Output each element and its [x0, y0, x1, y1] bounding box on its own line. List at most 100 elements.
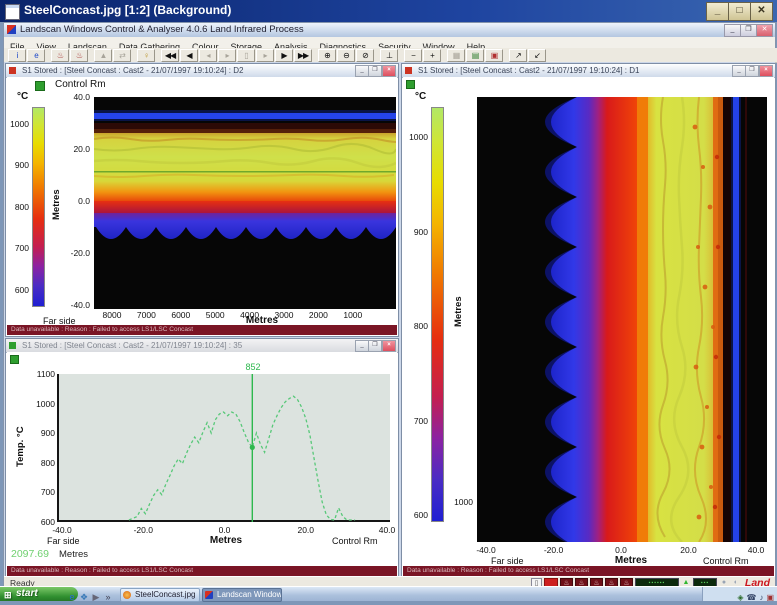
record-stamp-button[interactable]: ♨ [51, 49, 69, 62]
quicklaunch-chevron-icon[interactable]: » [102, 590, 114, 604]
app-close-button[interactable]: ✕ [756, 24, 773, 37]
window-close-button[interactable]: × [382, 65, 396, 77]
colorbar-tick: 600 [403, 510, 428, 520]
pause-button[interactable]: ▯ [237, 49, 255, 62]
colorbar [32, 107, 45, 307]
tray-icon-1[interactable]: ◈ [737, 591, 743, 605]
grid-button[interactable]: ▦ [447, 49, 465, 62]
x-axis-label: Metres [210, 535, 242, 546]
separator[interactable] [375, 49, 379, 60]
x-tick: -20.0 [134, 525, 153, 535]
setup-button[interactable]: ▲ [94, 49, 112, 62]
window-title: S1 Stored : [Steel Concast : Cast2 - 21/… [22, 64, 243, 77]
y-tick: 0.0 [64, 196, 90, 206]
colorbar-tick: 800 [403, 321, 428, 331]
y-tick: 1000 [447, 497, 473, 507]
app-restore-button[interactable]: ❐ [740, 24, 757, 37]
y-axis-label: Metres [51, 169, 62, 241]
viewer-maximize-button[interactable]: □ [728, 2, 751, 21]
task-label: Landscan Windows C... [217, 590, 282, 599]
window-minimize-button[interactable]: _ [732, 65, 746, 77]
about-button[interactable]: e [27, 49, 45, 62]
status-swatch [10, 355, 19, 364]
zoom-in-button[interactable]: ⊕ [318, 49, 336, 62]
separator[interactable] [399, 49, 403, 60]
window-minimize-button[interactable]: _ [355, 65, 369, 77]
thermal-horizontal-content: Control Rm °C 1000900800700600 Metres 40… [7, 77, 397, 324]
stored-record-icon [9, 342, 16, 349]
window-restore-button[interactable]: ❐ [745, 65, 759, 77]
viewer-close-button[interactable]: ✕ [750, 2, 773, 21]
x-tick: 8000 [103, 310, 122, 320]
chart-button[interactable]: ▤ [466, 49, 484, 62]
profile-button[interactable]: ⊥ [380, 49, 398, 62]
colorbar-tick: 600 [7, 285, 29, 295]
app-titlebar: Landscan Windows Control & Analyser 4.0.… [4, 23, 775, 38]
viewer-minimize-button[interactable]: _ [706, 2, 729, 21]
window-titlebar[interactable]: S1 Stored : [Steel Concast : Cast2 - 21/… [6, 64, 398, 78]
arrow-ne-button[interactable]: ↗ [509, 49, 527, 62]
y-tick: 1000 [29, 399, 55, 409]
separator[interactable] [313, 49, 317, 60]
colorbar-tick: 1000 [7, 119, 29, 129]
expand-button[interactable]: + [423, 49, 441, 62]
transfer-button[interactable]: ⇄ [113, 49, 131, 62]
tray-icon-4[interactable]: ▣ [766, 591, 774, 605]
thermal-map-vertical[interactable] [477, 97, 767, 542]
play-back-button[interactable]: ▸ [218, 49, 236, 62]
fast-forward-button[interactable]: ▶▶ [294, 49, 312, 62]
ie-quicklaunch-icon[interactable]: e [66, 590, 78, 604]
window-titlebar[interactable]: S1 Stored : [Steel Concast : Cast2 - 21/… [402, 64, 775, 78]
temperature-profile-plot[interactable] [57, 374, 390, 522]
y-axis-ticks: 1000 [447, 77, 473, 565]
separator[interactable] [504, 49, 508, 60]
separator[interactable] [89, 49, 93, 60]
tray-icon-2[interactable]: ☎ [746, 591, 756, 605]
image-file-icon [5, 4, 20, 20]
info-button[interactable]: i [8, 49, 26, 62]
window-minimize-button[interactable]: _ [355, 340, 369, 352]
replay-stamp-button[interactable]: ♨ [70, 49, 88, 62]
colorbar-tick: 700 [403, 416, 428, 426]
app-minimize-button[interactable]: _ [724, 24, 741, 37]
separator[interactable] [156, 49, 160, 60]
window-thermal-vertical[interactable]: S1 Stored : [Steel Concast : Cast2 - 21/… [401, 63, 775, 576]
system-tray: ◈☎♪▣ [702, 587, 777, 601]
contract-button[interactable]: − [404, 49, 422, 62]
window-close-button[interactable]: × [759, 65, 773, 77]
x-tick: 0.0 [615, 545, 627, 555]
key-button[interactable]: ♀ [137, 49, 155, 62]
zoom-reset-button[interactable]: ⊘ [356, 49, 374, 62]
colorbar-tick: 900 [7, 160, 29, 170]
window-temperature-profile[interactable]: S1 Stored : [Steel Concast : Cast2 - 21/… [5, 338, 399, 576]
window-restore-button[interactable]: ❐ [368, 340, 382, 352]
camera-button[interactable]: ▣ [485, 49, 503, 62]
prev-button[interactable]: ◀ [180, 49, 198, 62]
window-restore-button[interactable]: ❐ [368, 65, 382, 77]
thermal-map-horizontal[interactable] [94, 97, 396, 309]
rewind-button[interactable]: ◀◀ [161, 49, 179, 62]
colorbar-tick: 800 [7, 202, 29, 212]
window-close-button[interactable]: × [382, 340, 396, 352]
show-desktop-icon[interactable]: ❖ [78, 590, 90, 604]
mdi-area: S1 Stored : [Steel Concast : Cast2 - 21/… [4, 62, 775, 576]
colorbar-tick: 900 [403, 227, 428, 237]
x-tick: 6000 [171, 310, 190, 320]
control-rm-label: Control Rm [703, 556, 749, 566]
thermal-vertical-content: °C 1000900800700600 Metres 1000 [403, 77, 774, 565]
temperature-profile-content: 852 Temp. °C 11001000900800700600 -40.0-… [7, 352, 397, 566]
next-button[interactable]: ▶ [275, 49, 293, 62]
step-back-button[interactable]: ◂ [199, 49, 217, 62]
separator[interactable] [46, 49, 50, 60]
tray-icon-3[interactable]: ♪ [759, 591, 763, 605]
y-axis-ticks: 11001000900800700600 [29, 352, 55, 566]
x-tick: 2000 [309, 310, 328, 320]
zoom-out-button[interactable]: ⊖ [337, 49, 355, 62]
arrow-sw-button[interactable]: ↙ [528, 49, 546, 62]
separator[interactable] [132, 49, 136, 60]
window-titlebar[interactable]: S1 Stored : [Steel Concast : Cast2 - 21/… [6, 339, 398, 353]
window-thermal-horizontal[interactable]: S1 Stored : [Steel Concast : Cast2 - 21/… [5, 63, 399, 337]
player-quicklaunch-icon[interactable]: ▶ [90, 590, 102, 604]
play-button[interactable]: ▸ [256, 49, 274, 62]
separator[interactable] [442, 49, 446, 60]
